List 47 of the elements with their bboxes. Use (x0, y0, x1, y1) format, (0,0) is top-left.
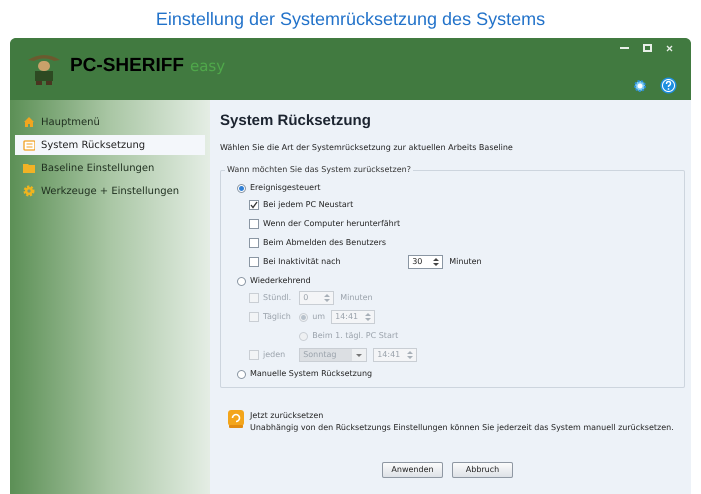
radio-button[interactable] (237, 370, 246, 378)
page-caption: Einstellung der Systemrücksetzung des Systems (156, 8, 546, 31)
checkbox-label: Beim Abmelden des Benutzers (263, 237, 386, 249)
reset-title[interactable]: Jetzt zurücksetzen (250, 410, 674, 422)
sidebar-item[interactable]: System Rücksetzung (15, 135, 205, 155)
sidebar-item[interactable]: Baseline Einstellungen (15, 158, 205, 178)
checkbox-label: Täglich (263, 311, 291, 323)
unit-label: Minuten (340, 292, 373, 304)
checkbox-label: Stündl. (263, 292, 292, 304)
page-title: System Rücksetzung (220, 111, 372, 130)
page-description: Wählen Sie die Art der Systemrücksetzung zur aktuellen Arbeits Baseline (220, 142, 514, 154)
radio-label: Beim 1. tägl. PC Start (312, 330, 398, 342)
checkbox-label: Bei Inaktivität nach (263, 256, 341, 268)
radio-label: Wiederkehrend (250, 275, 311, 287)
radio-label: Ereignisgesteuert (250, 182, 320, 194)
radio-label: Manuelle System Rücksetzung (250, 368, 372, 380)
home-icon (23, 116, 35, 128)
reset-description: Unabhängig von den Rücksetzungs Einstellungen können Sie jederzeit das System manuell zurücksetzen. (250, 422, 674, 434)
gear-icon (23, 185, 35, 197)
folder-icon (23, 162, 35, 174)
checkbox[interactable] (249, 219, 259, 229)
checkbox[interactable] (249, 257, 259, 267)
radio-label: um (312, 311, 326, 323)
sidebar-item[interactable]: Werkzeuge + Einstellungen (15, 181, 205, 201)
dialog-button[interactable]: Abbruch (452, 462, 513, 478)
minimize-icon[interactable] (620, 46, 629, 50)
radio-button[interactable] (237, 276, 246, 286)
radio-button[interactable] (237, 184, 246, 192)
sidebar-item[interactable]: Hauptmenü (15, 112, 205, 132)
checkbox[interactable] (249, 238, 259, 248)
maximize-icon[interactable] (643, 44, 652, 52)
close-icon[interactable] (666, 44, 673, 52)
reset-drive-icon[interactable] (228, 410, 244, 428)
spinner-field[interactable]: 30 (408, 255, 444, 269)
checkbox[interactable] (249, 200, 259, 210)
dialog-button[interactable]: Anwenden (382, 462, 443, 478)
list-icon (23, 139, 35, 151)
help-icon[interactable] (660, 77, 677, 94)
spinner-arrows-icon[interactable] (432, 257, 440, 267)
group-legend: Wann möchten Sie das System zurücksetzen? (225, 164, 413, 176)
settings-icon[interactable] (632, 78, 648, 94)
checkbox-label: Bei jedem PC Neustart (263, 199, 354, 211)
unit-label: Minuten (449, 256, 482, 268)
check-icon (250, 201, 258, 209)
checkbox-label: jeden (263, 349, 286, 361)
app-logo: PC-SHERIFF (70, 54, 184, 78)
checkbox-label: Wenn der Computer herunterfährt (263, 218, 400, 230)
